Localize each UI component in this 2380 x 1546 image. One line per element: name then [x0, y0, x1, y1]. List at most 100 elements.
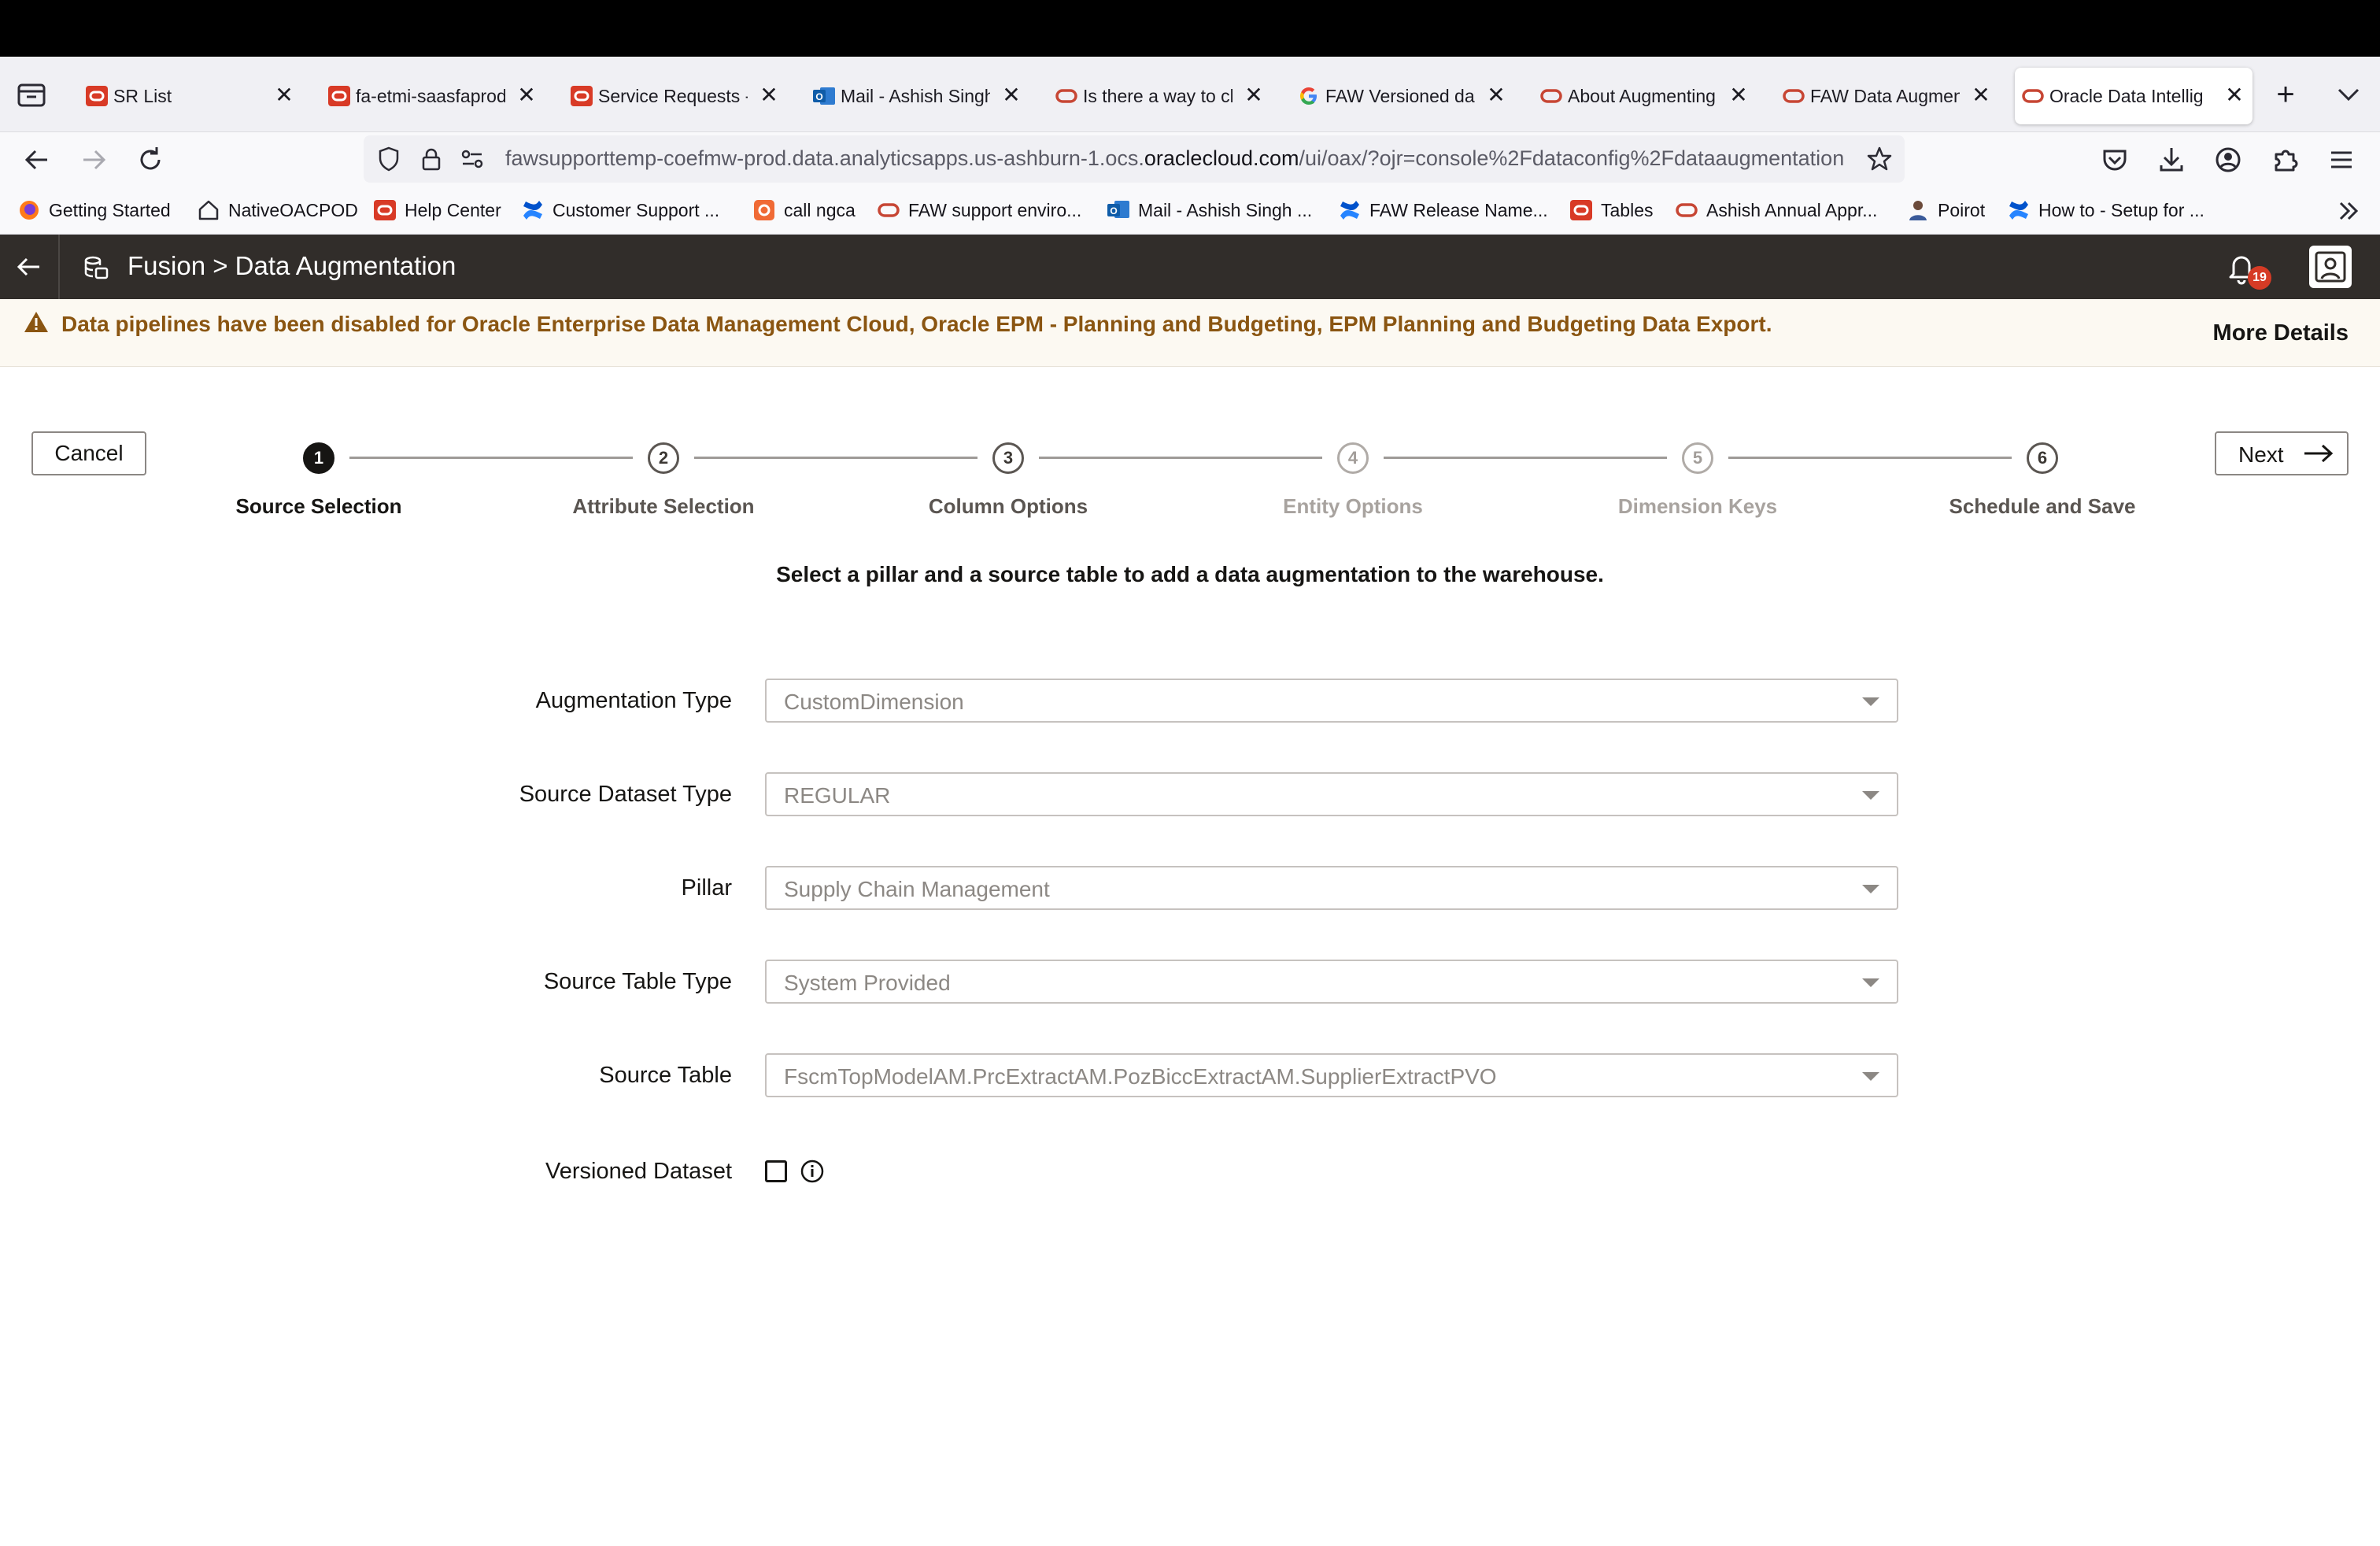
- source-table-type-value: System Provided: [784, 971, 951, 995]
- bookmark-label: NativeOACPOD: [228, 199, 358, 220]
- browser-tab[interactable]: SR List ✕: [79, 68, 302, 124]
- browser-tab[interactable]: Service Requests - ✕: [564, 68, 787, 124]
- browser-tab[interactable]: O Mail - Ashish Singh ✕: [806, 68, 1029, 124]
- bookmark-item[interactable]: Getting Started: [17, 197, 171, 224]
- url-text[interactable]: fawsupporttemp-coefmw-prod.data.analytic…: [505, 146, 1843, 171]
- pocket-icon[interactable]: [2097, 142, 2133, 178]
- reload-icon[interactable]: [132, 142, 168, 178]
- caret-down-icon: [1862, 697, 1879, 706]
- step-6-label[interactable]: Schedule and Save: [1924, 494, 2160, 519]
- versioned-dataset-checkbox[interactable]: [765, 1160, 787, 1182]
- bookmark-item[interactable]: FAW Release Name...: [1338, 197, 1548, 224]
- bookmarks-overflow-chevron-icon[interactable]: [2334, 197, 2363, 225]
- bookmark-label: Tables: [1601, 199, 1654, 220]
- tab-close-icon[interactable]: ✕: [2223, 83, 2246, 107]
- train-connector: [694, 457, 978, 459]
- tab-close-icon[interactable]: ✕: [757, 83, 781, 107]
- back-arrow-icon[interactable]: [14, 252, 44, 282]
- tab-close-icon[interactable]: ✕: [1000, 83, 1023, 107]
- home-icon: [198, 200, 219, 220]
- cancel-button[interactable]: Cancel: [31, 431, 146, 475]
- url-bar[interactable]: fawsupporttemp-coefmw-prod.data.analytic…: [364, 135, 1905, 183]
- bookmark-label: Ashish Annual Appr...: [1706, 199, 1878, 220]
- google-icon: [1300, 87, 1317, 105]
- browser-tab[interactable]: FAW Data Augmenta ✕: [1776, 68, 1999, 124]
- tab-title: Oracle Data Intellig: [2049, 85, 2204, 106]
- url-path: /ui/oax/?ojr=console%2Fdataconfig%2Fdata…: [1299, 146, 1844, 170]
- new-tab-icon[interactable]: +: [2268, 77, 2303, 112]
- step-1-marker[interactable]: 1: [303, 442, 334, 474]
- hamburger-menu-icon[interactable]: [2323, 142, 2360, 178]
- step-4-label: Entity Options: [1283, 494, 1423, 518]
- tab-close-icon[interactable]: ✕: [1727, 83, 1750, 107]
- bookmark-item[interactable]: How to - Setup for ...: [2007, 197, 2204, 224]
- tab-close-icon[interactable]: ✕: [272, 83, 296, 107]
- bookmark-label: call ngca: [784, 199, 856, 220]
- sidebar-toggle-icon[interactable]: [14, 79, 49, 110]
- user-profile-icon[interactable]: [2309, 246, 2352, 288]
- tab-list-chevron-icon[interactable]: [2331, 77, 2366, 112]
- tab-close-icon[interactable]: ✕: [1484, 83, 1508, 107]
- bookmark-item[interactable]: Tables: [1569, 197, 1653, 224]
- browser-tab-active[interactable]: Oracle Data Intellig ✕: [2015, 68, 2252, 124]
- bookmark-item[interactable]: FAW support enviro...: [877, 197, 1081, 224]
- tab-close-icon[interactable]: ✕: [1242, 83, 1266, 107]
- step-3-marker[interactable]: 3: [992, 442, 1024, 474]
- next-button[interactable]: Next: [2215, 431, 2349, 475]
- svg-text:O: O: [815, 91, 822, 102]
- bookmark-item[interactable]: Customer Support ...: [521, 197, 719, 224]
- step-3-label[interactable]: Column Options: [890, 494, 1126, 519]
- star-bookmark-icon[interactable]: [1865, 145, 1894, 173]
- next-button-label: Next: [2238, 442, 2284, 467]
- tab-close-icon[interactable]: ✕: [515, 83, 538, 107]
- arrow-right-icon: [2304, 444, 2334, 463]
- source-dataset-type-select[interactable]: REGULAR: [765, 772, 1898, 816]
- bookmarks-bar: Getting Started NativeOACPOD Help Center…: [0, 186, 2380, 235]
- source-table-value: FscmTopModelAM.PrcExtractAM.PozBiccExtra…: [784, 1064, 1497, 1089]
- permissions-icon[interactable]: [458, 145, 486, 173]
- warning-icon: [24, 312, 48, 332]
- forward-arrow-icon[interactable]: [76, 142, 112, 178]
- account-icon[interactable]: [2210, 142, 2246, 178]
- wizard-instruction: Select a pillar and a source table to ad…: [776, 562, 1604, 586]
- step-6-marker[interactable]: 6: [2027, 442, 2058, 474]
- pillar-select[interactable]: Supply Chain Management: [765, 866, 1898, 910]
- step-1-label[interactable]: Source Selection: [201, 494, 437, 519]
- tab-title: Is there a way to cl: [1083, 85, 1232, 106]
- source-dataset-type-label: Source Dataset Type: [519, 782, 732, 807]
- bookmark-item[interactable]: Poirot: [1906, 197, 1985, 224]
- step-2-label[interactable]: Attribute Selection: [545, 494, 782, 519]
- oracle-square-icon: [571, 86, 593, 106]
- bookmark-label: Help Center: [405, 199, 501, 220]
- page-title: Fusion > Data Augmentation: [128, 251, 456, 280]
- caret-down-icon: [1862, 1072, 1879, 1081]
- tab-title: Mail - Ashish Singh: [841, 85, 990, 106]
- info-icon[interactable]: [800, 1159, 825, 1184]
- browser-nav-bar: fawsupporttemp-coefmw-prod.data.analytic…: [0, 132, 2380, 186]
- bookmark-item[interactable]: O Mail - Ashish Singh ...: [1107, 197, 1312, 224]
- bookmark-item[interactable]: call ngca: [752, 197, 856, 224]
- source-table-select[interactable]: FscmTopModelAM.PrcExtractAM.PozBiccExtra…: [765, 1053, 1898, 1097]
- browser-tab[interactable]: Is there a way to cl ✕: [1048, 68, 1272, 124]
- bookmark-item[interactable]: NativeOACPOD: [197, 197, 358, 224]
- tab-close-icon[interactable]: ✕: [1969, 83, 1993, 107]
- caret-down-icon: [1862, 791, 1879, 800]
- source-table-type-select[interactable]: System Provided: [765, 960, 1898, 1004]
- step-2-marker[interactable]: 2: [648, 442, 679, 474]
- downloads-icon[interactable]: [2153, 142, 2190, 178]
- bookmark-item[interactable]: Help Center: [373, 197, 501, 224]
- confluence-icon: [2009, 201, 2028, 220]
- shield-icon[interactable]: [375, 145, 403, 173]
- lock-icon[interactable]: [417, 145, 445, 173]
- augmentation-type-select[interactable]: CustomDimension: [765, 679, 1898, 723]
- back-arrow-icon[interactable]: [19, 142, 55, 178]
- versioned-dataset-label: Versioned Dataset: [545, 1159, 732, 1184]
- more-details-link[interactable]: More Details: [2213, 320, 2349, 346]
- bookmark-item[interactable]: Ashish Annual Appr...: [1675, 197, 1877, 224]
- browser-tab[interactable]: FAW Versioned data ✕: [1291, 68, 1514, 124]
- browser-tab-strip: SR List ✕ fa-etmi-saasfaprod ✕ Service R…: [0, 57, 2380, 132]
- browser-tab[interactable]: fa-etmi-saasfaprod ✕: [321, 68, 545, 124]
- browser-tab[interactable]: About Augmenting ✕: [1533, 68, 1757, 124]
- extensions-icon[interactable]: [2267, 142, 2303, 178]
- warning-banner: Data pipelines have been disabled for Or…: [0, 299, 2380, 367]
